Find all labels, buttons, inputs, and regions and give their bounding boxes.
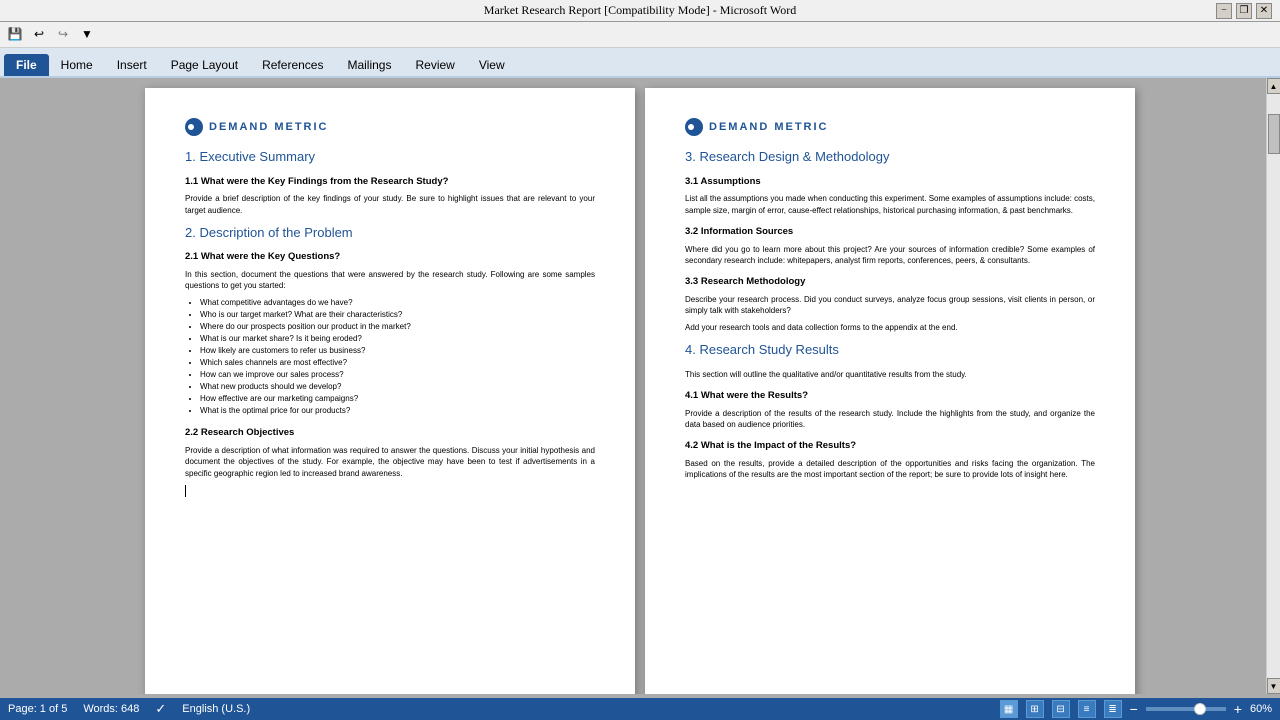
full-reading-view-button[interactable]: ⊞ bbox=[1026, 700, 1044, 718]
text-cursor bbox=[185, 485, 186, 497]
tab-home[interactable]: Home bbox=[49, 54, 105, 76]
logo-right: Demand Metric bbox=[685, 118, 1095, 136]
word-count: Words: 648 bbox=[83, 703, 139, 715]
section3-3-title: 3.3 Research Methodology bbox=[685, 276, 1095, 289]
section1-1-title: 1.1 What were the Key Findings from the … bbox=[185, 176, 595, 189]
section2-1-title: 2.1 What were the Key Questions? bbox=[185, 251, 595, 264]
list-item: What new products should we develop? bbox=[200, 381, 595, 393]
tab-review[interactable]: Review bbox=[403, 54, 466, 76]
status-right: ▦ ⊞ ⊟ ≡ ≣ − + 60% bbox=[1000, 700, 1272, 718]
zoom-thumb[interactable] bbox=[1194, 703, 1206, 715]
zoom-in-button[interactable]: + bbox=[1234, 701, 1242, 717]
vertical-scrollbar[interactable]: ▲ ▼ bbox=[1266, 78, 1280, 694]
tab-file[interactable]: File bbox=[4, 54, 49, 76]
zoom-level[interactable]: 60% bbox=[1250, 703, 1272, 715]
window-controls: − ❐ ✕ bbox=[1216, 3, 1272, 19]
minimize-button[interactable]: − bbox=[1216, 3, 1232, 19]
list-item: How can we improve our sales process? bbox=[200, 369, 595, 381]
section1-title: 1. Executive Summary bbox=[185, 148, 595, 166]
language[interactable]: English (U.S.) bbox=[182, 703, 250, 715]
ribbon-tabs: File Home Insert Page Layout References … bbox=[0, 48, 1280, 76]
close-button[interactable]: ✕ bbox=[1256, 3, 1272, 19]
section2-1-body: In this section, document the questions … bbox=[185, 269, 595, 291]
save-button[interactable]: 💾 bbox=[4, 24, 26, 46]
print-layout-view-button[interactable]: ▦ bbox=[1000, 700, 1018, 718]
section3-1-body: List all the assumptions you made when c… bbox=[685, 193, 1095, 215]
section3-2-body: Where did you go to learn more about thi… bbox=[685, 244, 1095, 266]
list-item: What is our market share? Is it being er… bbox=[200, 333, 595, 345]
logo-icon-left bbox=[185, 118, 203, 136]
list-item: How likely are customers to refer us bus… bbox=[200, 345, 595, 357]
main-content: Demand Metric 1. Executive Summary 1.1 W… bbox=[0, 78, 1280, 694]
section1-1-body: Provide a brief description of the key f… bbox=[185, 193, 595, 215]
section4-body: This section will outline the qualitativ… bbox=[685, 369, 1095, 380]
document-area: Demand Metric 1. Executive Summary 1.1 W… bbox=[0, 78, 1280, 694]
title-bar: Market Research Report [Compatibility Mo… bbox=[0, 0, 1280, 22]
list-item: What is the optimal price for our produc… bbox=[200, 405, 595, 417]
section4-1-title: 4.1 What were the Results? bbox=[685, 390, 1095, 403]
redo-button[interactable]: ↪ bbox=[52, 24, 74, 46]
section3-1-title: 3.1 Assumptions bbox=[685, 176, 1095, 189]
section4-2-body: Based on the results, provide a detailed… bbox=[685, 458, 1095, 480]
page-count: Page: 1 of 5 bbox=[8, 703, 67, 715]
list-item: Which sales channels are most effective? bbox=[200, 357, 595, 369]
tab-page-layout[interactable]: Page Layout bbox=[159, 54, 250, 76]
section4-1-body: Provide a description of the results of … bbox=[685, 408, 1095, 430]
zoom-out-button[interactable]: − bbox=[1130, 701, 1138, 717]
undo-button[interactable]: ↩ bbox=[28, 24, 50, 46]
ribbon: File Home Insert Page Layout References … bbox=[0, 48, 1280, 78]
scroll-up-button[interactable]: ▲ bbox=[1267, 78, 1280, 94]
web-layout-view-button[interactable]: ⊟ bbox=[1052, 700, 1070, 718]
list-item: How effective are our marketing campaign… bbox=[200, 393, 595, 405]
customize-button[interactable]: ▼ bbox=[76, 24, 98, 46]
tab-insert[interactable]: Insert bbox=[105, 54, 159, 76]
section3-3-body2: Add your research tools and data collect… bbox=[685, 322, 1095, 333]
logo-left: Demand Metric bbox=[185, 118, 595, 136]
page-left[interactable]: Demand Metric 1. Executive Summary 1.1 W… bbox=[145, 88, 635, 694]
scroll-down-button[interactable]: ▼ bbox=[1267, 678, 1280, 694]
restore-button[interactable]: ❐ bbox=[1236, 3, 1252, 19]
tab-view[interactable]: View bbox=[467, 54, 517, 76]
section2-2-body: Provide a description of what informatio… bbox=[185, 445, 595, 479]
logo-text-right: Demand Metric bbox=[709, 120, 829, 135]
list-item: Where do our prospects position our prod… bbox=[200, 321, 595, 333]
pages-container: Demand Metric 1. Executive Summary 1.1 W… bbox=[0, 78, 1280, 694]
page-right[interactable]: Demand Metric 3. Research Design & Metho… bbox=[645, 88, 1135, 694]
section3-title: 3. Research Design & Methodology bbox=[685, 148, 1095, 166]
section2-2-title: 2.2 Research Objectives bbox=[185, 427, 595, 440]
window-title: Market Research Report [Compatibility Mo… bbox=[484, 3, 796, 18]
status-bar: Page: 1 of 5 Words: 648 ✓ English (U.S.)… bbox=[0, 698, 1280, 720]
draft-view-button[interactable]: ≣ bbox=[1104, 700, 1122, 718]
logo-icon-right bbox=[685, 118, 703, 136]
logo-text-left: Demand Metric bbox=[209, 120, 329, 135]
section4-title: 4. Research Study Results bbox=[685, 341, 1095, 359]
bullet-list: What competitive advantages do we have? … bbox=[200, 297, 595, 417]
list-item: What competitive advantages do we have? bbox=[200, 297, 595, 309]
spell-check-icon[interactable]: ✓ bbox=[155, 701, 166, 717]
scroll-thumb[interactable] bbox=[1268, 114, 1280, 154]
list-item: Who is our target market? What are their… bbox=[200, 309, 595, 321]
section4-2-title: 4.2 What is the Impact of the Results? bbox=[685, 440, 1095, 453]
section2-title: 2. Description of the Problem bbox=[185, 224, 595, 242]
quick-access-toolbar: 💾 ↩ ↪ ▼ bbox=[0, 22, 1280, 48]
outline-view-button[interactable]: ≡ bbox=[1078, 700, 1096, 718]
tab-mailings[interactable]: Mailings bbox=[335, 54, 403, 76]
tab-references[interactable]: References bbox=[250, 54, 335, 76]
document-wrapper: Demand Metric 1. Executive Summary 1.1 W… bbox=[0, 78, 1280, 694]
section3-3-body: Describe your research process. Did you … bbox=[685, 294, 1095, 316]
scroll-track[interactable] bbox=[1267, 94, 1280, 678]
section3-2-title: 3.2 Information Sources bbox=[685, 226, 1095, 239]
zoom-slider[interactable] bbox=[1146, 707, 1226, 711]
